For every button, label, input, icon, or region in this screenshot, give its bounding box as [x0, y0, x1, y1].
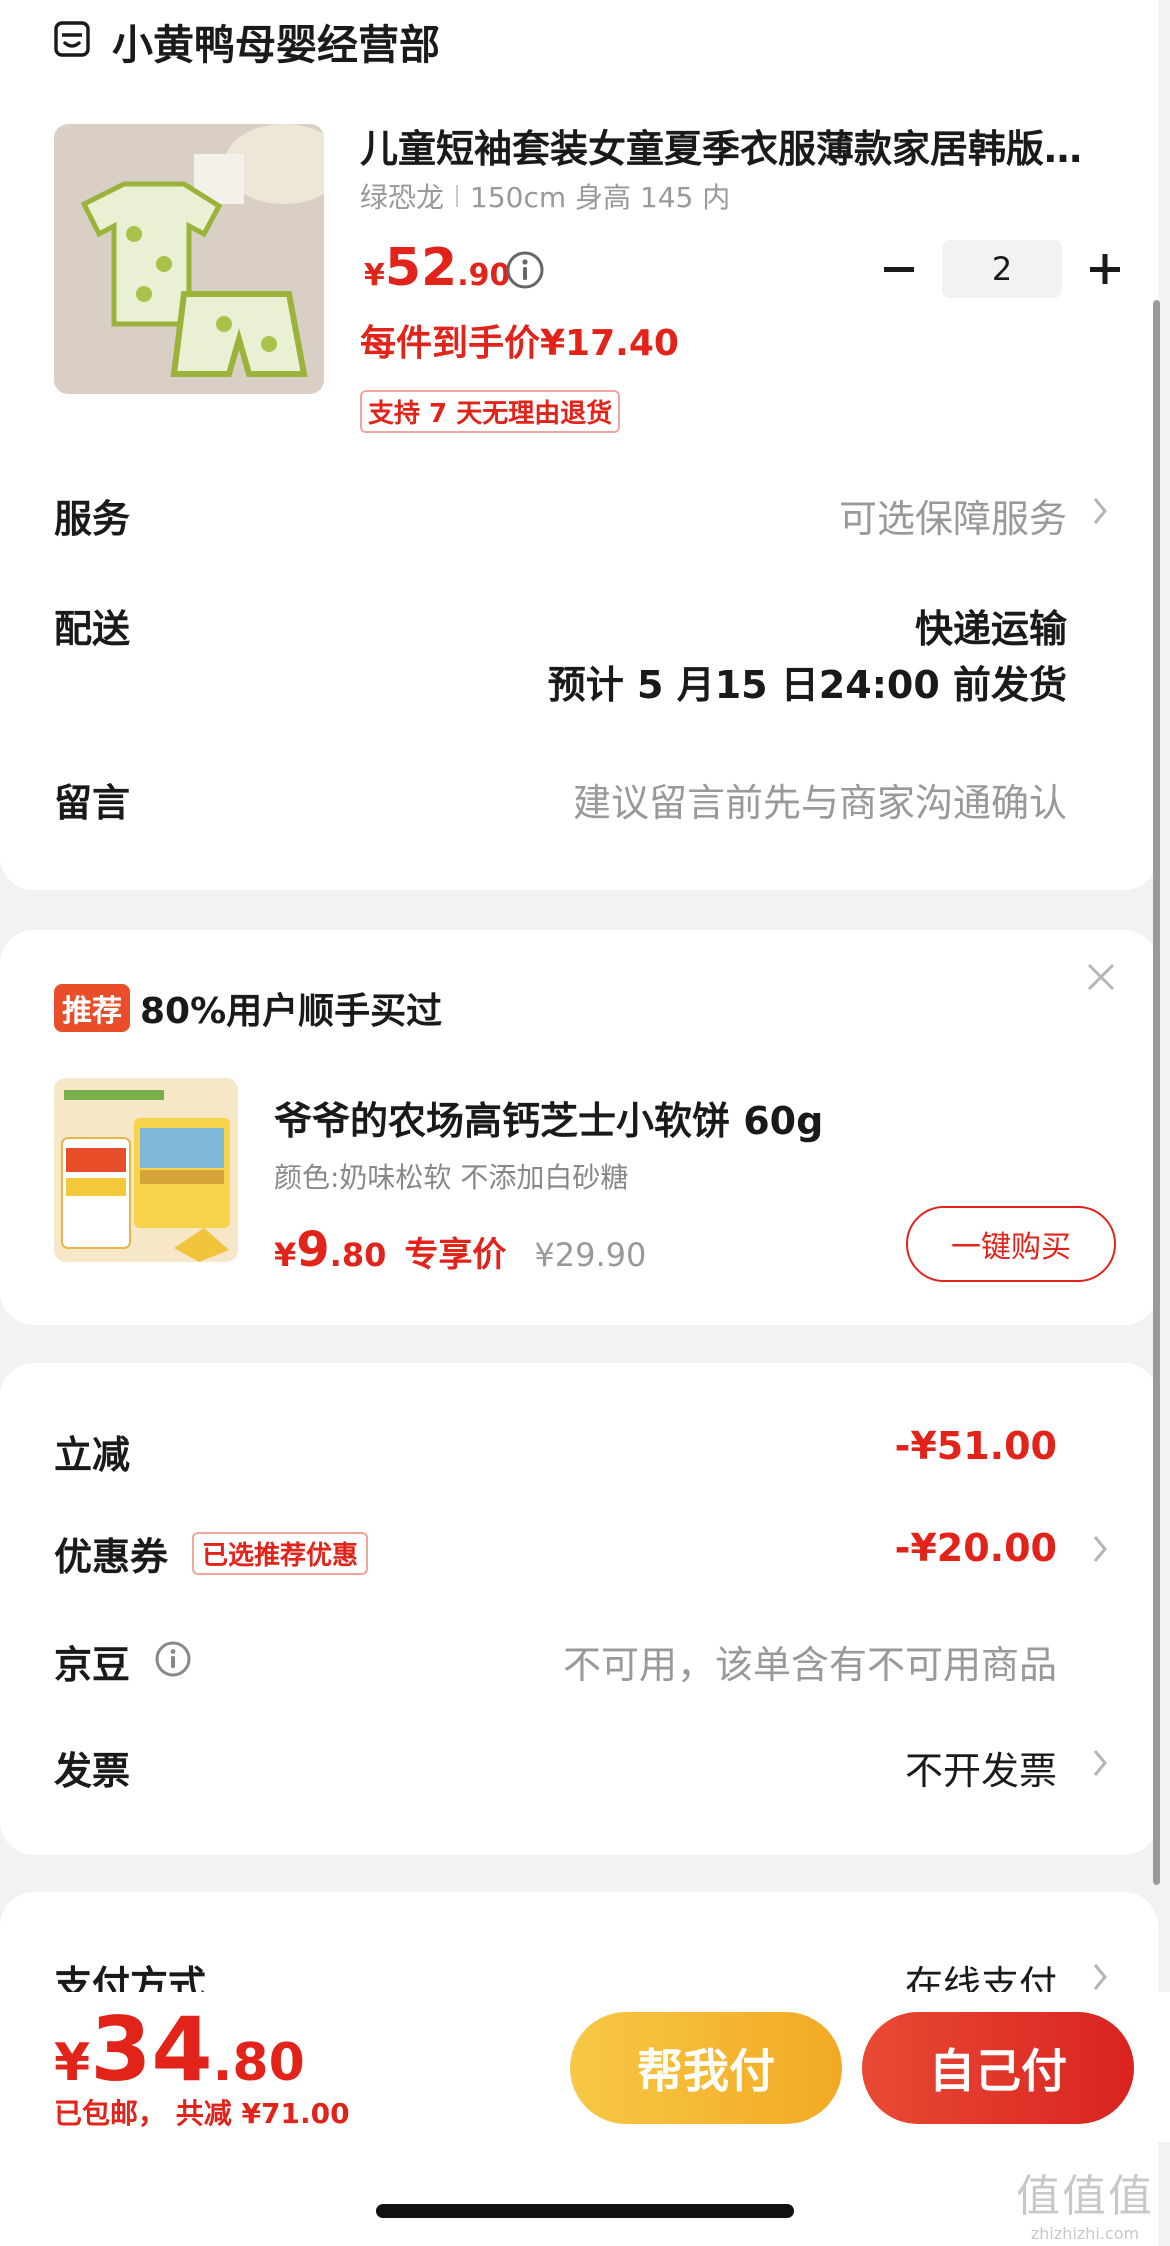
recommend-tag: 推荐	[54, 984, 130, 1032]
price-currency: ¥	[364, 258, 385, 293]
total-currency: ¥	[54, 2033, 91, 2093]
total-decimal: .80	[212, 2033, 305, 2093]
quantity-stepper: 2	[876, 240, 1128, 298]
shop-header[interactable]: 小黄鸭母婴经营部	[52, 16, 440, 69]
price-decimal: .90	[457, 258, 511, 293]
rec-price-currency: ¥	[274, 1236, 297, 1274]
watermark-site: zhizhizhi.com	[1030, 2224, 1140, 2243]
one-click-buy-button[interactable]: 一键购买	[906, 1206, 1116, 1282]
price-info-icon[interactable]	[505, 250, 545, 294]
price-integer: 52	[384, 238, 458, 298]
product-title[interactable]: 儿童短袖套装女童夏季衣服薄款家居韩版…	[360, 118, 1120, 173]
unit-price: 每件到手价¥17.40	[360, 323, 679, 364]
delivery-eta: 预计 5 月15 日24:00 前发货	[547, 663, 1067, 707]
recommend-item-price: ¥ 9 .80 专享价 ¥29.90	[274, 1222, 646, 1278]
total-integer: 34	[90, 1998, 213, 2101]
scrollbar[interactable]	[1153, 300, 1160, 1885]
site-watermark: 值值值 zhizhizhi.com	[1010, 2160, 1160, 2243]
chevron-right-icon[interactable]	[1090, 494, 1110, 532]
invoice-label: 发票	[54, 1749, 131, 1793]
product-image[interactable]	[54, 124, 324, 394]
total-price: ¥ 34 .80	[54, 1998, 305, 2101]
coupon-label: 优惠券	[54, 1535, 169, 1579]
jd-bean-info-icon[interactable]	[154, 1640, 192, 1682]
rec-original-price: ¥29.90	[534, 1236, 647, 1274]
quantity-value[interactable]: 2	[942, 240, 1062, 298]
recommend-item-title[interactable]: 爷爷的农场高钙芝士小软饼 60g	[274, 1090, 823, 1145]
decrease-button[interactable]	[876, 240, 922, 298]
recommend-item-image[interactable]	[54, 1078, 238, 1262]
jd-bean-value: 不可用，该单含有不可用商品	[562, 1643, 1057, 1687]
coupon-value[interactable]: -¥20.00	[895, 1526, 1057, 1570]
close-icon[interactable]	[1086, 962, 1116, 996]
message-label: 留言	[54, 781, 131, 825]
service-label: 服务	[54, 497, 131, 541]
recommend-text: 80%用户顺手买过	[140, 991, 443, 1032]
pay-myself-button[interactable]: 自己付	[862, 2012, 1134, 2124]
spec-color: 绿恐龙	[360, 181, 445, 214]
invoice-value[interactable]: 不开发票	[905, 1740, 1057, 1795]
delivery-method[interactable]: 快递运输	[915, 598, 1067, 653]
watermark-glyphs: 值值值	[1016, 2171, 1154, 2222]
spec-size: 150cm 身高 145 内	[470, 181, 731, 214]
jd-bean-label: 京豆	[54, 1643, 131, 1687]
instant-discount-value: -¥51.00	[894, 1424, 1057, 1468]
rec-price-decimal: .80	[329, 1236, 387, 1274]
spec-divider	[456, 185, 459, 207]
total-summary: 已包邮， 共减 ¥71.00	[54, 2097, 350, 2130]
help-me-pay-button[interactable]: 帮我付	[570, 2012, 842, 2124]
shop-name: 小黄鸭母婴经营部	[112, 21, 440, 69]
coupon-tag: 已选推荐优惠	[192, 1532, 369, 1575]
message-input[interactable]: 建议留言前先与商家沟通确认	[573, 772, 1067, 827]
product-spec[interactable]: 绿恐龙 150cm 身高 145 内	[360, 176, 730, 216]
product-price: ¥ 52 .90	[364, 238, 510, 298]
recommend-item-spec: 颜色:奶味松软 不添加白砂糖	[274, 1161, 629, 1194]
store-icon	[52, 19, 92, 63]
rec-price-integer: 9	[296, 1222, 330, 1278]
chevron-right-icon[interactable]	[1090, 1532, 1110, 1570]
increase-button[interactable]	[1082, 240, 1128, 298]
chevron-right-icon[interactable]	[1090, 1746, 1110, 1784]
delivery-label: 配送	[54, 607, 131, 651]
return-policy-badge: 支持 7 天无理由退货	[360, 390, 621, 433]
home-indicator[interactable]	[376, 2204, 794, 2218]
rec-price-label: 专享价	[404, 1235, 507, 1275]
recommend-header: 推荐 80%用户顺手买过	[54, 982, 442, 1034]
instant-discount-label: 立减	[54, 1433, 131, 1477]
service-value[interactable]: 可选保障服务	[839, 488, 1067, 543]
